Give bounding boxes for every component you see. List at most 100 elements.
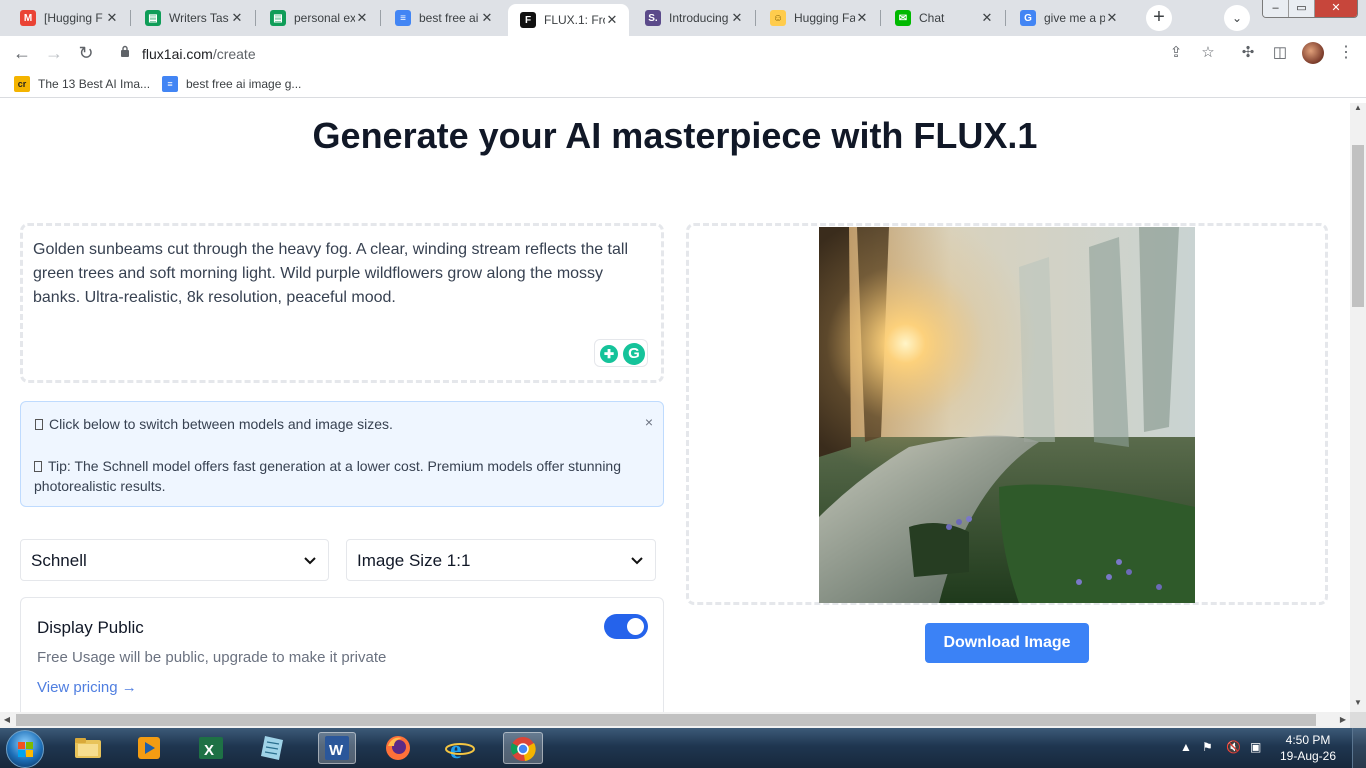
browser-tab[interactable]: ☺ Hugging Fa ✕ (758, 4, 879, 32)
missing-glyph-icon (34, 461, 42, 472)
menu-kebab-icon[interactable]: ⋮ (1336, 42, 1356, 64)
tab-close-icon[interactable]: ✕ (355, 10, 369, 26)
horizontal-scroll-thumb[interactable] (16, 714, 1316, 726)
browser-tab[interactable]: F FLUX.1: Fro ✕ (508, 4, 629, 36)
browser-tab[interactable]: Ggive me a p ✕ (1008, 4, 1129, 32)
tab-close-icon[interactable]: ✕ (480, 10, 494, 26)
tab-separator (130, 10, 131, 26)
prompt-textarea[interactable]: Golden sunbeams cut through the heavy fo… (20, 223, 664, 383)
display-public-card: Display Public Free Usage will be public… (20, 597, 664, 712)
download-image-button[interactable]: Download Image (925, 623, 1089, 663)
generated-image[interactable] (819, 227, 1195, 603)
bookmark-star-icon[interactable]: ☆ (1198, 43, 1218, 63)
notepad-icon[interactable] (257, 732, 289, 764)
chrome-icon[interactable] (503, 732, 543, 764)
firefox-icon[interactable] (382, 732, 414, 764)
share-icon[interactable]: ⇪ (1166, 43, 1186, 63)
cr-icon: cr (14, 76, 30, 92)
windows-logo-icon (18, 742, 34, 758)
google-icon: G (1020, 10, 1036, 26)
tab-close-icon[interactable]: ✕ (230, 10, 244, 26)
media-player-icon[interactable] (133, 732, 165, 764)
tab-separator (880, 10, 881, 26)
image-size-select-value: Image Size 1:1 (357, 551, 471, 570)
back-arrow-icon[interactable]: ← (10, 41, 34, 65)
display-public-toggle[interactable] (604, 614, 648, 639)
start-button[interactable] (6, 730, 44, 768)
tab-title: Writers Tas (169, 11, 229, 25)
system-clock[interactable]: 4:50 PM 19-Aug-26 (1278, 732, 1338, 764)
tab-close-icon[interactable]: ✕ (855, 10, 869, 26)
bookmark-label: The 13 Best AI Ima... (38, 77, 151, 91)
bulb-icon[interactable]: ✚ (600, 345, 618, 363)
tab-title: give me a p (1044, 11, 1105, 25)
tab-close-icon[interactable]: ✕ (980, 10, 994, 26)
minimize-button[interactable]: – (1263, 0, 1289, 17)
image-size-select[interactable]: Image Size 1:1 (346, 539, 656, 581)
page-title: Generate your AI masterpiece with FLUX.1 (312, 115, 1038, 156)
side-panel-icon[interactable]: ◫ (1270, 43, 1290, 63)
show-desktop-button[interactable] (1352, 728, 1366, 768)
tab-close-icon[interactable]: ✕ (730, 10, 744, 26)
show-hidden-icons-icon[interactable]: ▲ (1180, 740, 1192, 754)
browser-tab[interactable]: ▤ personal ex ✕ (258, 4, 379, 32)
new-tab-button[interactable]: + (1146, 5, 1172, 31)
internet-explorer-icon[interactable]: e (444, 732, 476, 764)
tab-title: best free ai (419, 11, 479, 25)
url-text: flux1ai.com/create (142, 46, 256, 62)
network-icon[interactable]: ▣ (1250, 740, 1261, 754)
browser-tab[interactable]: ▤ Writers Tas ✕ (133, 4, 254, 32)
tab-separator (380, 10, 381, 26)
tab-close-icon[interactable]: ✕ (1105, 10, 1119, 26)
bookmark-label: best free ai image g... (186, 77, 302, 91)
browser-tab[interactable]: S. Introducing ✕ (633, 4, 754, 32)
scroll-right-arrow-icon[interactable]: ▶ (1336, 712, 1350, 728)
excel-icon[interactable]: X (195, 732, 227, 764)
volume-muted-icon[interactable]: 🔇 (1226, 740, 1241, 754)
scroll-left-arrow-icon[interactable]: ◀ (0, 712, 14, 728)
grammarly-widget[interactable]: ✚ G (594, 339, 648, 367)
tab-close-icon[interactable]: ✕ (105, 10, 119, 26)
action-center-flag-icon[interactable]: ⚑ (1202, 740, 1213, 754)
bookmark-item[interactable]: ≡ best free ai image g... (162, 76, 301, 92)
browser-tab-strip: M [Hugging F ✕ ▤ Writers Tas ✕ ▤ personal ex ✕ ≡ b… (0, 0, 1366, 36)
tip-box: Click below to switch between models and… (20, 401, 664, 507)
clock-time: 4:50 PM (1285, 733, 1331, 747)
address-bar[interactable]: flux1ai.com/create (110, 39, 1230, 67)
bookmark-item[interactable]: cr The 13 Best AI Ima... (14, 76, 150, 92)
word-icon[interactable]: W (318, 732, 356, 764)
tab-search-chevron-icon[interactable]: ⌄ (1224, 5, 1250, 31)
grammarly-icon[interactable]: G (623, 343, 645, 365)
window-controls: – ▭ ✕ (1262, 0, 1358, 18)
maximize-button[interactable]: ▭ (1289, 0, 1315, 17)
extensions-puzzle-icon[interactable]: ✣ (1238, 43, 1258, 63)
svg-text:e: e (450, 735, 462, 764)
scroll-up-arrow-icon[interactable]: ▲ (1350, 103, 1366, 117)
url-host: flux1ai.com (142, 46, 213, 62)
docs-icon: ≡ (395, 10, 411, 26)
file-explorer-icon[interactable] (72, 732, 104, 764)
view-pricing-link[interactable]: View pricing → (37, 679, 137, 696)
scrollbar-corner (1350, 712, 1366, 728)
forward-arrow-icon[interactable]: → (42, 41, 66, 65)
page-content: Generate your AI masterpiece with FLUX.1… (0, 103, 1350, 712)
model-select[interactable]: Schnell (20, 539, 329, 581)
docs-icon: ≡ (162, 76, 178, 92)
browser-tab[interactable]: ≡ best free ai ✕ (383, 4, 504, 32)
tab-close-icon[interactable]: ✕ (605, 12, 619, 28)
clock-date: 19-Aug-26 (1279, 749, 1337, 763)
browser-tab[interactable]: M [Hugging F ✕ (8, 4, 129, 32)
tab-title: Hugging Fa (794, 11, 855, 25)
close-window-button[interactable]: ✕ (1315, 0, 1357, 17)
vertical-scroll-thumb[interactable] (1352, 145, 1364, 307)
chevron-down-icon (631, 557, 643, 565)
tip-close-button[interactable]: × (645, 414, 653, 430)
horizontal-scrollbar[interactable]: ◀ ▶ (0, 712, 1350, 728)
reload-icon[interactable]: ↻ (74, 41, 98, 65)
profile-avatar[interactable] (1302, 42, 1324, 64)
gmail-icon: M (20, 10, 36, 26)
vertical-scrollbar[interactable]: ▲ ▼ (1350, 103, 1366, 712)
sheets-icon: ▤ (270, 10, 286, 26)
browser-tab[interactable]: ✉ Chat ✕ (883, 4, 1004, 32)
scroll-down-arrow-icon[interactable]: ▼ (1350, 698, 1366, 712)
